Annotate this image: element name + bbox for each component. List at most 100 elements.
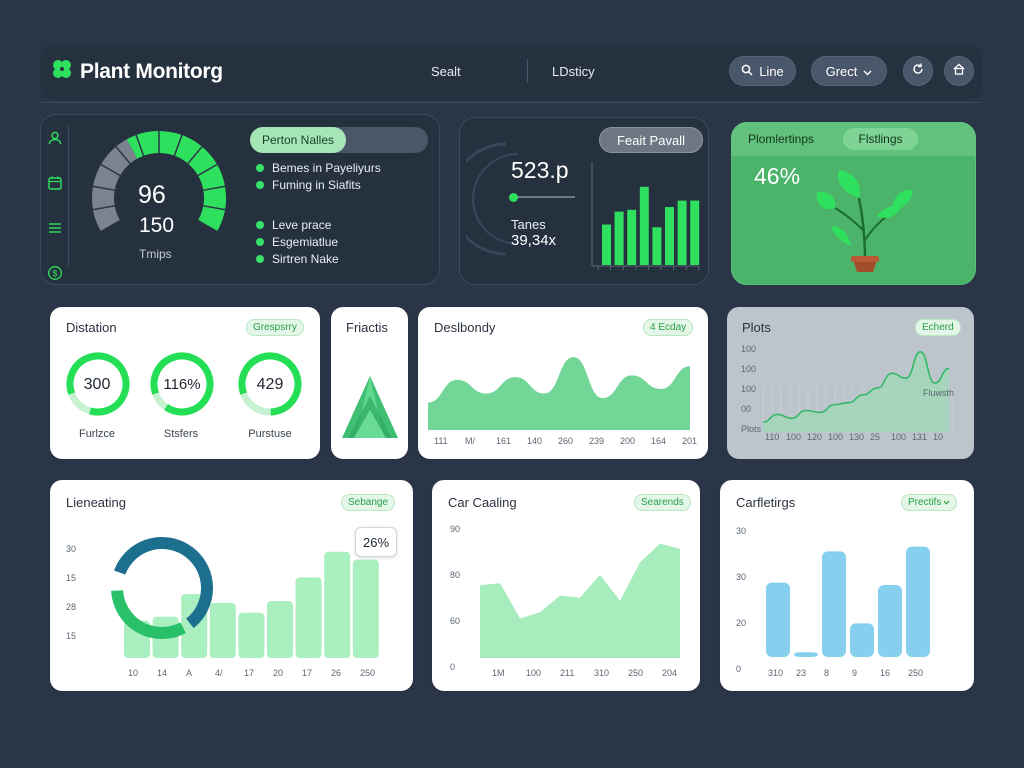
y-tick-label: 90	[450, 524, 460, 534]
stat-slider-thumb[interactable]	[509, 193, 518, 202]
bar	[267, 600, 293, 658]
deslbondy-tag[interactable]: 4 Ecday	[643, 319, 694, 336]
distribution-tag[interactable]: Grespsrry	[246, 319, 304, 336]
plots-tag[interactable]: Echerd	[915, 319, 961, 336]
calendar-icon[interactable]	[47, 175, 63, 196]
plots-chart: 100 100 100 00 Plots110 100 120 100 130 25 100 131 1…	[741, 344, 954, 442]
y-tick-label: 60	[450, 616, 460, 626]
home-button[interactable]	[944, 56, 974, 86]
legend-dot	[256, 220, 264, 229]
stat-bar	[627, 209, 637, 265]
y-tick-label: 20	[736, 618, 746, 628]
stat-bar-chart	[591, 162, 700, 270]
y-tick-label: 28	[66, 602, 76, 612]
deslbondy-title: Deslbondy	[434, 320, 496, 335]
fractis-title: Friactis	[346, 320, 388, 335]
x-tick-label: M/	[465, 436, 475, 446]
x-tick-label: 10	[128, 668, 138, 678]
ring-value: 300	[83, 376, 111, 393]
select-dropdown[interactable]: Grect	[811, 56, 887, 86]
side-icon-rail: $	[47, 130, 63, 286]
ring-value: 429	[256, 376, 284, 393]
nav-link-ldsticy[interactable]: LDsticy	[552, 64, 595, 79]
x-tick-label: 310	[768, 668, 783, 678]
x-tick-label: 17	[302, 668, 312, 678]
x-tick-label: 100	[891, 432, 906, 442]
x-tick-label: 130	[849, 432, 864, 442]
x-tick-label: A	[186, 668, 192, 678]
bar	[822, 551, 846, 657]
distribution-title: Distation	[66, 320, 117, 335]
ring-value: 116%	[163, 376, 201, 393]
stat-bar	[677, 200, 687, 265]
car-caaling-tag[interactable]: Searends	[634, 494, 691, 511]
x-tick-label: 111	[434, 436, 448, 446]
legend-item-label: Fuming in Siafits	[272, 177, 361, 192]
legend-header[interactable]: Perton Nalles	[250, 127, 346, 153]
legend-item-label: Bemes in Payeliyurs	[272, 160, 381, 175]
x-tick-label: 8	[824, 668, 829, 678]
car-caaling-title: Car Caaling	[448, 495, 517, 510]
stat-bar	[690, 200, 700, 265]
legend-dot	[256, 180, 264, 189]
x-tick-label: 9	[852, 668, 857, 678]
x-tick-label: 140	[527, 436, 542, 446]
stat-badge[interactable]: Feait Pavall	[599, 127, 703, 153]
x-tick-label: 239	[589, 436, 604, 446]
carfletirgs-chart: 30 30 20 0 310 23 8 9 16 250	[736, 526, 930, 678]
x-tick-label: 23	[796, 668, 806, 678]
x-tick-label: 120	[807, 432, 822, 442]
car-caaling-chart: 90 80 60 0 1M 100 211 310 250 204	[450, 524, 680, 678]
chevron-down-icon	[943, 497, 950, 508]
legend-dot	[256, 237, 264, 246]
plots-annotation: Fluwsth	[923, 388, 954, 398]
x-tick-label: 250	[908, 668, 923, 678]
refresh-button[interactable]	[903, 56, 933, 86]
x-tick-label: 100	[786, 432, 801, 442]
user-icon[interactable]	[47, 130, 63, 151]
x-tick-label: 260	[558, 436, 573, 446]
bar	[878, 585, 902, 657]
gauge-caption: Tmips	[139, 247, 172, 261]
nav-link-sealt[interactable]: Sealt	[431, 64, 461, 79]
plant-percent: 46%	[754, 163, 801, 189]
dollar-icon[interactable]: $	[47, 265, 63, 286]
legend-dot	[256, 254, 264, 263]
home-icon	[952, 62, 966, 81]
y-tick-label: 0	[736, 664, 741, 674]
gauge-sub-value: 150	[139, 214, 175, 237]
x-tick-label: 200	[620, 436, 635, 446]
y-tick-label: 00	[741, 404, 751, 414]
ring-label: Stsfers	[163, 428, 199, 440]
plant-panel-tab[interactable]: Flstlings	[843, 128, 918, 150]
lieneating-tag[interactable]: Sebange	[341, 494, 396, 511]
legend-item-label: Leve prace	[272, 217, 332, 232]
x-tick-label: 4/	[215, 668, 223, 678]
x-tick-label: 25	[870, 432, 880, 442]
carfletirgs-dropdown[interactable]: Prectifs	[901, 494, 958, 511]
gauge-value: 96	[138, 181, 166, 209]
legend-item: Esgemiatlue	[256, 233, 339, 250]
x-tick-label: 250	[628, 668, 643, 678]
y-tick-label: 30	[736, 526, 746, 536]
legend-list-bottom: Leve prace Esgemiatlue Sirtren Nake	[256, 216, 339, 267]
clover-icon	[50, 57, 74, 86]
x-tick-label: 110	[765, 432, 779, 442]
legend-list-top: Bemes in Payeliyurs Fuming in Siafits	[256, 159, 381, 193]
pyramid-icon	[342, 376, 398, 438]
x-tick-label: 250	[360, 668, 375, 678]
stat-value-2: 39,34x	[511, 232, 557, 249]
list-icon[interactable]	[47, 220, 63, 241]
legend-item: Sirtren Nake	[256, 250, 339, 267]
side-rail-divider	[68, 126, 69, 268]
bar	[850, 623, 874, 657]
x-tick-label: 164	[651, 436, 666, 446]
brand[interactable]: Plant Monitorg	[50, 57, 223, 86]
legend-item: Leve prace	[256, 216, 339, 233]
search-button[interactable]: Line	[729, 56, 796, 86]
bar	[906, 546, 930, 657]
bar	[295, 577, 322, 658]
stat-slider-track	[509, 196, 575, 198]
bar	[209, 602, 236, 658]
x-tick-label: 161	[496, 436, 511, 446]
